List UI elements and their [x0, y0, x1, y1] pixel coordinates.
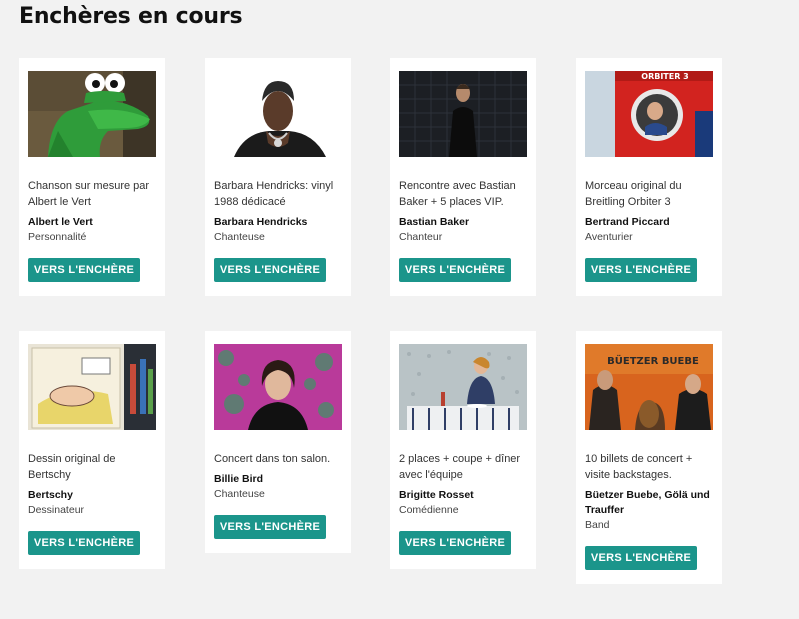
svg-text:ORBITER 3: ORBITER 3	[641, 72, 688, 81]
auction-role: Band	[585, 519, 610, 531]
auction-role: Chanteuse	[214, 231, 265, 243]
auction-role: Chanteur	[399, 231, 443, 243]
auction-card: Rencontre avec Bastian Baker + 5 places …	[390, 58, 536, 296]
auction-image[interactable]: BÜETZER BUEBE	[585, 344, 713, 430]
auction-name: Brigitte Rosset	[399, 489, 474, 501]
auction-name: Albert le Vert	[28, 216, 93, 228]
orbiter-capsule-image: ORBITER 3	[585, 71, 713, 157]
auction-image[interactable]	[399, 344, 527, 430]
view-auction-button[interactable]: VERS L'ENCHÈRE	[214, 258, 326, 282]
man-dark-tiles-image	[399, 71, 527, 157]
auction-name: Bertrand Piccard	[585, 216, 670, 228]
auction-description: Barbara Hendricks: vinyl 1988 dédicacé	[214, 180, 334, 208]
auction-description: Morceau original du Breitling Orbiter 3	[585, 180, 682, 208]
view-auction-button[interactable]: VERS L'ENCHÈRE	[399, 531, 511, 555]
page-title: Enchères en cours	[19, 4, 243, 29]
auction-description: Rencontre avec Bastian Baker + 5 places …	[399, 180, 516, 208]
auction-card: BÜETZER BUEBE 10 billets de concert + vi…	[576, 331, 722, 584]
auction-role: Dessinateur	[28, 504, 85, 516]
auction-role: Aventurier	[585, 231, 633, 243]
drawing-sketchbook-image	[28, 344, 156, 430]
view-auction-button[interactable]: VERS L'ENCHÈRE	[214, 515, 326, 539]
auction-card: ORBITER 3 Morceau original du Breitling …	[576, 58, 722, 296]
auction-description: Chanson sur mesure par Albert le Vert	[28, 180, 150, 208]
view-auction-button[interactable]: VERS L'ENCHÈRE	[585, 258, 697, 282]
auction-description: Concert dans ton salon.	[214, 453, 331, 465]
auction-image[interactable]	[28, 344, 156, 430]
svg-text:BÜETZER BUEBE: BÜETZER BUEBE	[607, 353, 699, 367]
view-auction-button[interactable]: VERS L'ENCHÈRE	[28, 258, 140, 282]
auction-card: Dessin original de Bertschy Bertschy Des…	[19, 331, 165, 569]
auction-role: Chanteuse	[214, 488, 265, 500]
auction-image[interactable]	[214, 344, 342, 430]
auction-card: Concert dans ton salon. Billie Bird Chan…	[205, 331, 351, 553]
view-auction-button[interactable]: VERS L'ENCHÈRE	[585, 546, 697, 570]
auction-description: 10 billets de concert + visite backstage…	[585, 453, 693, 481]
auction-card: 2 places + coupe + dîner avec l'équipe B…	[390, 331, 536, 569]
auction-role: Comédienne	[399, 504, 459, 516]
auction-name: Billie Bird	[214, 473, 264, 485]
view-auction-button[interactable]: VERS L'ENCHÈRE	[28, 531, 140, 555]
auction-role: Personnalité	[28, 231, 87, 243]
band-poster-image: BÜETZER BUEBE	[585, 344, 713, 430]
auction-image[interactable]	[28, 71, 156, 157]
auction-image[interactable]	[214, 71, 342, 157]
auction-description: 2 places + coupe + dîner avec l'équipe	[399, 453, 521, 481]
auction-card: Chanson sur mesure par Albert le Vert Al…	[19, 58, 165, 296]
auction-name: Büetzer Buebe, Gölä und Trauffer	[585, 489, 710, 516]
woman-at-table-image	[399, 344, 527, 430]
auction-description: Dessin original de Bertschy	[28, 453, 116, 481]
singer-portrait-image	[214, 71, 342, 157]
view-auction-button[interactable]: VERS L'ENCHÈRE	[399, 258, 511, 282]
green-puppet-image	[28, 71, 156, 157]
auction-image[interactable]	[399, 71, 527, 157]
auction-name: Bastian Baker	[399, 216, 470, 228]
auction-image[interactable]: ORBITER 3	[585, 71, 713, 157]
auction-card: Barbara Hendricks: vinyl 1988 dédicacé B…	[205, 58, 351, 296]
auction-name: Bertschy	[28, 489, 73, 501]
auction-name: Barbara Hendricks	[214, 216, 308, 228]
woman-pink-pattern-image	[214, 344, 342, 430]
